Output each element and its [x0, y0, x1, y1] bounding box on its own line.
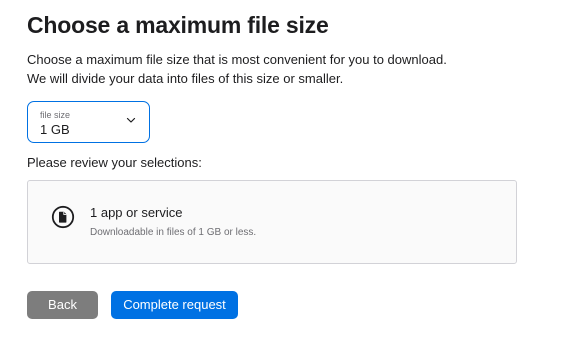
file-size-select-label: file size: [40, 110, 71, 120]
description-line: We will divide your data into files of t…: [27, 71, 344, 86]
description-line: Choose a maximum file size that is most …: [27, 52, 447, 67]
file-size-select-value: 1 GB: [40, 122, 70, 137]
selection-summary: 1 app or service Downloadable in files o…: [27, 180, 517, 264]
page-title: Choose a maximum file size: [27, 12, 329, 38]
complete-request-button[interactable]: Complete request: [111, 291, 238, 319]
chevron-down-icon: [126, 117, 136, 123]
file-size-select[interactable]: file size 1 GB: [27, 101, 150, 143]
document-icon: [51, 205, 75, 229]
review-label: Please review your selections:: [27, 155, 202, 170]
summary-item-subtitle: Downloadable in files of 1 GB or less.: [90, 227, 257, 238]
back-button[interactable]: Back: [27, 291, 98, 319]
page-description: Choose a maximum file size that is most …: [27, 50, 447, 88]
summary-item-title: 1 app or service: [90, 205, 183, 220]
